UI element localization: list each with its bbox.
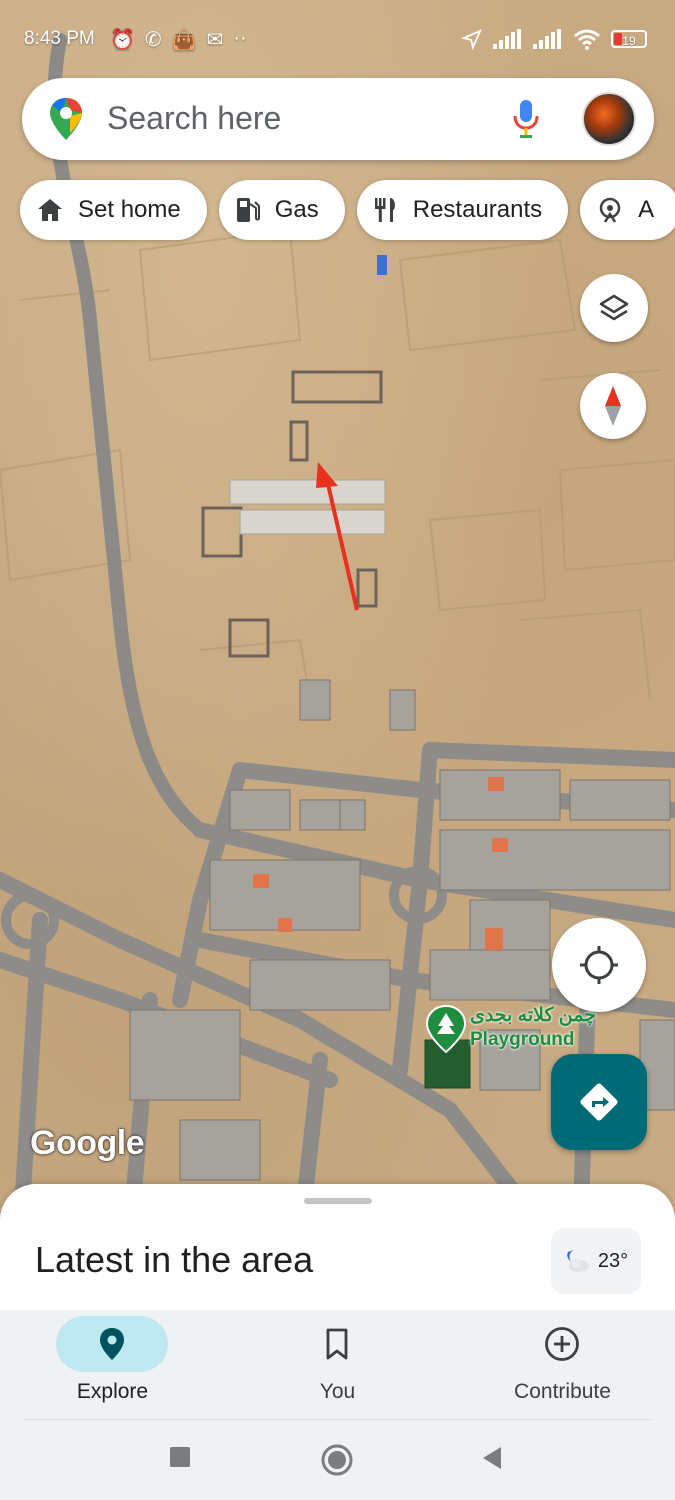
chip-restaurants[interactable]: Restaurants [356, 180, 569, 240]
home-icon [38, 199, 62, 221]
recents-button[interactable] [169, 1446, 191, 1468]
chip-gas[interactable]: Gas [218, 180, 345, 240]
location-arrow-icon [461, 28, 483, 50]
tree-icon[interactable] [424, 1004, 468, 1054]
attractions-icon [599, 197, 621, 223]
home-button[interactable] [321, 1444, 353, 1476]
add-circle-icon [545, 1327, 579, 1361]
drag-handle[interactable] [304, 1198, 372, 1204]
nav-label: Explore [76, 1380, 149, 1403]
my-location-button[interactable] [552, 918, 646, 1012]
mic-icon[interactable] [512, 98, 540, 140]
bookmark-icon [326, 1328, 348, 1360]
avatar[interactable] [582, 92, 636, 146]
bottom-nav: Explore You Contribute [0, 1310, 675, 1420]
nav-label: You [319, 1380, 356, 1403]
chip-set-home[interactable]: Set home [20, 180, 207, 240]
status-bar: 8:43 PM ⏰ ✆ 👜 ✉ ·· 19 [0, 0, 675, 80]
nav-contribute[interactable]: Contribute [450, 1310, 675, 1420]
category-chips: Set home Gas Restaurants A [20, 180, 675, 242]
poi-name-en: Playground [470, 1029, 575, 1050]
back-button[interactable] [481, 1446, 503, 1470]
alarm-icon: ⏰ [110, 29, 135, 51]
directions-icon [580, 1083, 618, 1121]
nav-you[interactable]: You [225, 1310, 450, 1420]
crosshair-icon [580, 946, 618, 984]
signal-icon [533, 29, 561, 49]
google-attribution: Google [30, 1124, 145, 1162]
wifi-icon [574, 29, 600, 50]
layers-button[interactable] [580, 274, 648, 342]
chip-label: Gas [274, 196, 319, 223]
weather-temp: 23° [597, 1249, 629, 1272]
battery-icon: 19 [611, 30, 647, 48]
nav-explore[interactable]: Explore [0, 1310, 225, 1420]
poi-label[interactable]: چمن کلاته بجدی Playground [470, 1004, 596, 1052]
sheet-title: Latest in the area [35, 1239, 314, 1280]
layers-icon [599, 294, 629, 321]
more-dots-icon: ·· [233, 27, 247, 49]
nav-label: Contribute [514, 1380, 611, 1403]
poi-name-native: چمن کلاته بجدی [470, 1005, 597, 1026]
night-cloud-icon [567, 1250, 589, 1272]
bottom-sheet[interactable]: Latest in the area 23° [0, 1184, 675, 1310]
mail-icon: ✉ [206, 29, 224, 51]
chip-label: Set home [78, 196, 181, 223]
whatsapp-icon: ✆ [144, 29, 162, 51]
explore-pin-icon [100, 1328, 124, 1360]
chip-label: Restaurants [412, 196, 543, 223]
chip-label: A [638, 196, 655, 223]
search-input[interactable]: Search here [107, 100, 281, 137]
directions-button[interactable] [551, 1054, 647, 1150]
chip-attractions[interactable]: A [580, 180, 675, 240]
compass-button[interactable] [580, 373, 646, 439]
maps-pin-icon [50, 98, 82, 140]
signal-icon [493, 29, 521, 49]
compass-icon [605, 386, 621, 426]
status-time: 8:43 PM [24, 28, 95, 49]
gas-station-icon [236, 198, 260, 222]
search-bar[interactable]: Search here [22, 78, 654, 160]
weather-chip[interactable]: 23° [551, 1228, 641, 1294]
system-nav-bar [0, 1420, 675, 1500]
shopping-bag-icon: 👜 [171, 29, 197, 51]
battery-level: 19 [622, 34, 636, 48]
restaurant-icon [374, 198, 395, 222]
